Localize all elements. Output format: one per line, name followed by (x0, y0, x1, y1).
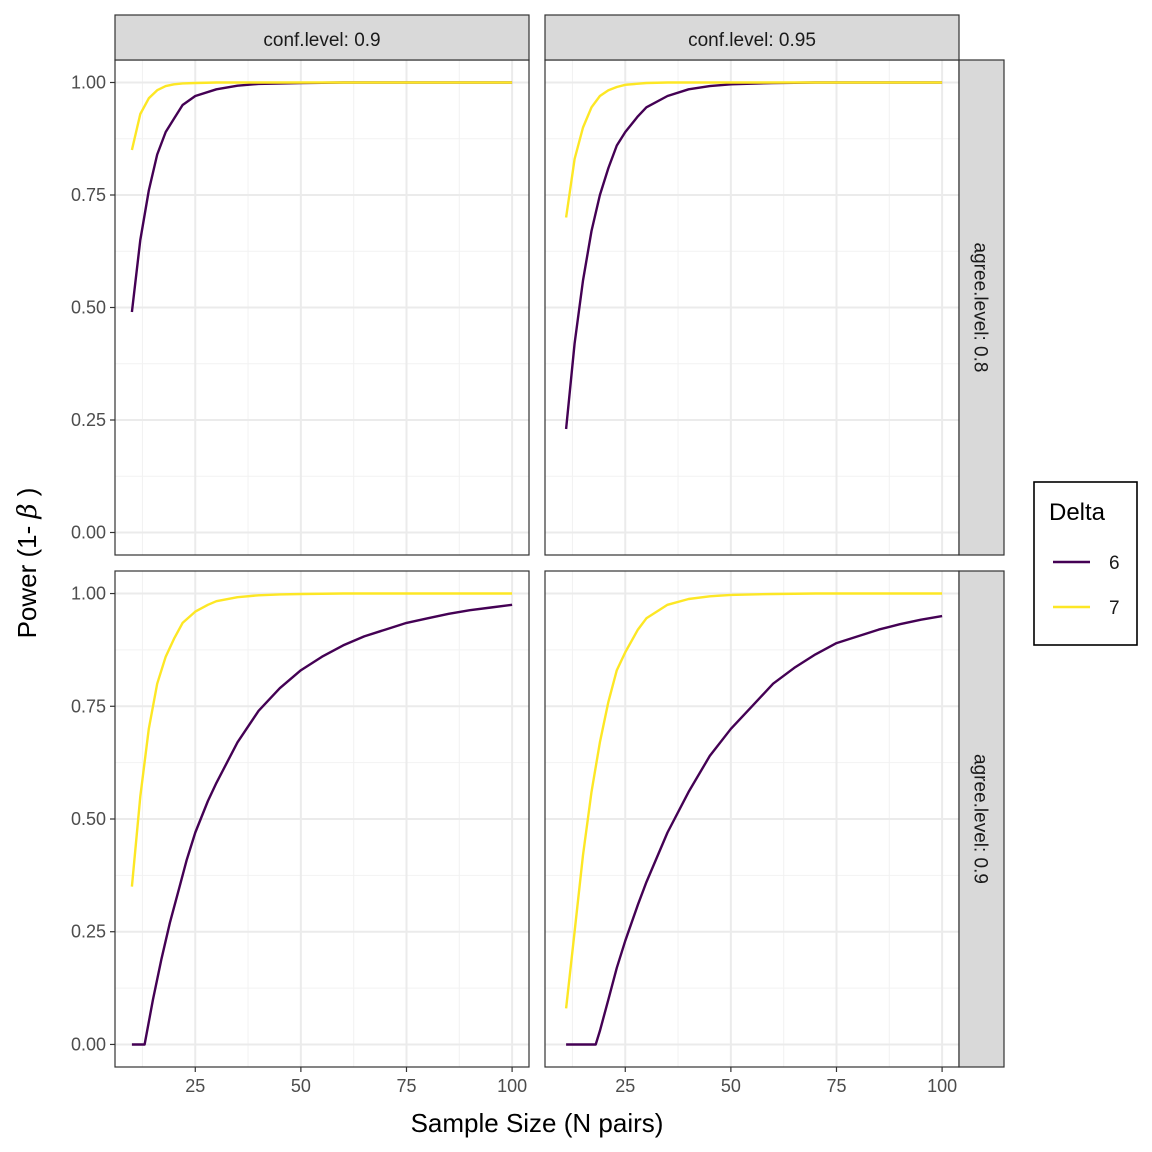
column-strip-label-0: conf.level: 0.9 (263, 30, 380, 51)
x-tick-label: 50 (721, 1076, 741, 1096)
x-tick-label: 100 (927, 1076, 957, 1096)
y-tick-label: 0.50 (71, 809, 106, 829)
faceted-power-chart: conf.level: 0.9 conf.level: 0.95 agree.lev… (12, 14, 1138, 1138)
x-axis-title: Sample Size (N pairs) (411, 1108, 664, 1138)
x-tick-label: 25 (185, 1076, 205, 1096)
x-tick-label: 100 (497, 1076, 527, 1096)
y-axis-title-symbol: β (13, 503, 43, 519)
x-tick-label: 75 (396, 1076, 416, 1096)
y-tick-label: 0.50 (71, 298, 106, 318)
x-tick-label: 50 (291, 1076, 311, 1096)
y-axis-title: Power (1- β ) (12, 488, 43, 639)
panel-r1-c1 (544, 570, 960, 1068)
y-tick-label: 0.25 (71, 410, 106, 430)
legend-title: Delta (1049, 499, 1106, 526)
column-strip-label-1: conf.level: 0.95 (688, 30, 816, 51)
row-strip-label-0: agree.level: 0.8 (970, 243, 991, 373)
y-tick-label: 1.00 (71, 73, 106, 93)
y-tick-label: 0.75 (71, 696, 106, 716)
y-tick-label: 0.00 (71, 1034, 106, 1054)
y-axis-title-prefix: Power (1- (12, 519, 42, 639)
panel-r0-c1 (544, 59, 960, 556)
legend: Delta 6 7 (1033, 481, 1138, 646)
panel-r0-c0 (114, 59, 530, 556)
x-tick-label: 75 (826, 1076, 846, 1096)
legend-label-delta-6: 6 (1109, 553, 1120, 574)
panels-layer (114, 59, 960, 1068)
legend-label-delta-7: 7 (1109, 598, 1120, 619)
y-axis-title-suffix: ) (12, 488, 42, 504)
y-tick-label: 0.75 (71, 185, 106, 205)
y-tick-label: 0.25 (71, 922, 106, 942)
y-tick-label: 1.00 (71, 584, 106, 604)
y-tick-label: 0.00 (71, 523, 106, 543)
panel-r1-c0 (114, 570, 530, 1068)
row-strip-label-1: agree.level: 0.9 (970, 754, 991, 884)
x-tick-label: 25 (615, 1076, 635, 1096)
